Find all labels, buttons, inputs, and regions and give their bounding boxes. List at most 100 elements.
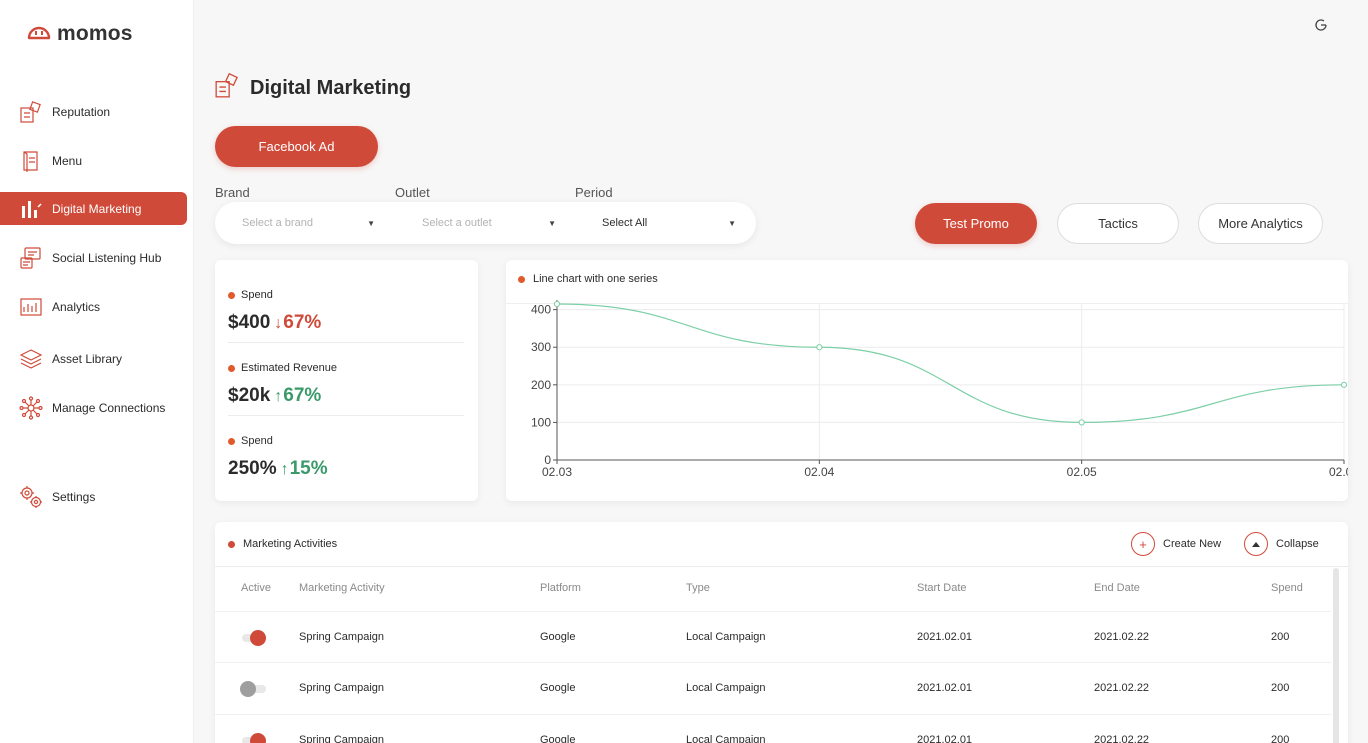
refresh-icon[interactable] [1311,15,1331,35]
period-filter-label: Period [575,185,613,200]
period-select-value: Select All [602,217,648,229]
series-line [556,303,1345,424]
y-tick-label: 300 [531,340,551,354]
create-new-label: Create New [1163,538,1222,550]
kpi-delta-value: 67% [283,385,322,406]
column-header-spend[interactable]: Spend [1271,582,1303,594]
kpi-value-row: $400 ↓ 67% [228,312,321,334]
bullet-dot [228,540,235,548]
sidebar-item-label: Reputation [52,104,111,119]
reputation-icon [18,99,44,125]
table-row[interactable]: Spring Campaign Google Local Campaign 20… [215,714,1331,743]
brand-select-placeholder: Select a brand [242,217,313,229]
kpi-value: $20k [228,385,271,406]
analytics-icon [18,294,44,320]
activity-name: Spring Campaign [299,631,384,643]
active-toggle[interactable] [240,732,268,743]
kpi-delta: ↓ 67% [274,312,321,334]
divider [215,566,1348,567]
sidebar-item-label: Social Listening Hub [52,250,162,265]
kpi-delta-value: 67% [283,312,322,333]
sidebar: momos Reputation Menu Digital Marketing … [0,0,194,743]
spend-cell: 200 [1271,682,1290,694]
app-root: momos Reputation Menu Digital Marketing … [0,0,1368,743]
outlet-filter-label: Outlet [395,185,430,200]
collapse-label: Collapse [1276,538,1319,550]
kpi-spend-percent: Spend 250% ↑ 15% [228,413,464,486]
line-chart-card: Line chart with one series 0 100 200 300 400… [506,260,1348,501]
kpi-card: Spend $400 ↓ 67% Estimated Revenue $20k ↑… [215,260,478,501]
sidebar-item-reputation[interactable]: Reputation [0,95,187,128]
facebook-ad-button[interactable]: Facebook Ad [215,126,378,167]
filter-bar: Select a brand ▼ Select a outlet ▼ Selec… [215,202,756,244]
start-date-cell: 2021.02.01 [917,682,973,694]
x-tick-label: 02.05 [1067,465,1097,479]
end-date-cell: 2021.02.22 [1094,682,1150,694]
type-cell: Local Campaign [686,631,766,643]
x-tick-label: 02.03 [542,465,572,479]
spend-cell: 200 [1271,631,1290,643]
digital-marketing-icon [214,72,240,104]
x-tick-label: 02.06 [1329,465,1348,479]
outlet-select[interactable]: Select a outlet ▼ [422,202,556,244]
column-header-active[interactable]: Active [241,582,271,594]
activities-title: Marketing Activities [243,538,338,550]
digital-marketing-icon [18,196,44,222]
sidebar-item-social-listening-hub[interactable]: Social Listening Hub [0,241,187,274]
tactics-button[interactable]: Tactics [1057,203,1179,244]
create-new-button[interactable]: + Create New [1131,532,1221,556]
end-date-cell: 2021.02.22 [1094,631,1150,643]
active-toggle[interactable] [240,680,268,698]
line-chart: 010020030040002.0302.0402.0502.06 [531,300,1348,479]
column-header-type[interactable]: Type [686,582,710,594]
brand-select[interactable]: Select a brand ▼ [242,202,375,244]
table-row[interactable]: Spring Campaign Google Local Campaign 20… [215,611,1331,663]
kpi-value: 250% [228,458,277,479]
sidebar-item-manage-connections[interactable]: Manage Connections [0,391,187,424]
active-toggle[interactable] [240,629,268,647]
sidebar-item-label: Settings [52,489,96,504]
start-date-cell: 2021.02.01 [917,631,973,643]
table-scrollbar[interactable] [1333,568,1339,743]
sidebar-item-asset-library[interactable]: Asset Library [0,342,187,375]
sidebar-item-settings[interactable]: Settings [0,480,187,513]
brand-logo[interactable]: momos [27,22,133,46]
activity-name: Spring Campaign [299,734,384,743]
activities-title-row: Marketing Activities [228,538,337,550]
arrow-up-icon: ↑ [274,388,283,405]
kpi-label-row: Spend [228,289,273,301]
sidebar-item-digital-marketing[interactable]: Digital Marketing [0,192,187,225]
platform-cell: Google [540,631,576,643]
start-date-cell: 2021.02.01 [917,734,973,743]
column-header-platform[interactable]: Platform [540,582,581,594]
collapse-button[interactable]: Collapse [1244,532,1319,556]
data-point [553,300,561,308]
kpi-label: Spend [241,289,273,301]
chevron-up-icon [1244,532,1268,556]
type-cell: Local Campaign [686,682,766,694]
toggle-knob [240,681,256,697]
marketing-activities-card: Marketing Activities + Create New Collap… [215,522,1348,743]
activity-name: Spring Campaign [299,682,384,694]
column-header-marketing-activity[interactable]: Marketing Activity [299,582,385,594]
arrow-up-icon: ↑ [280,461,289,478]
platform-cell: Google [540,682,576,694]
kpi-value: $400 [228,312,271,333]
sidebar-item-menu[interactable]: Menu [0,144,187,177]
sidebar-item-label: Manage Connections [52,400,166,415]
column-header-start-date[interactable]: Start Date [917,582,967,594]
sidebar-item-analytics[interactable]: Analytics [0,290,187,323]
test-promo-button[interactable]: Test Promo [915,203,1037,244]
more-analytics-button[interactable]: More Analytics [1198,203,1323,244]
social-listening-icon [18,245,44,271]
kpi-spend: Spend $400 ↓ 67% [228,267,464,340]
chevron-down-icon: ▼ [367,218,375,228]
arrow-down-icon: ↓ [274,315,283,332]
column-header-end-date[interactable]: End Date [1094,582,1140,594]
table-row[interactable]: Spring Campaign Google Local Campaign 20… [215,662,1331,714]
kpi-label-row: Spend [228,435,273,447]
kpi-delta-value: 15% [289,458,328,479]
asset-library-icon [18,346,44,372]
period-select[interactable]: Select All ▼ [602,202,736,244]
data-point [1340,381,1348,388]
